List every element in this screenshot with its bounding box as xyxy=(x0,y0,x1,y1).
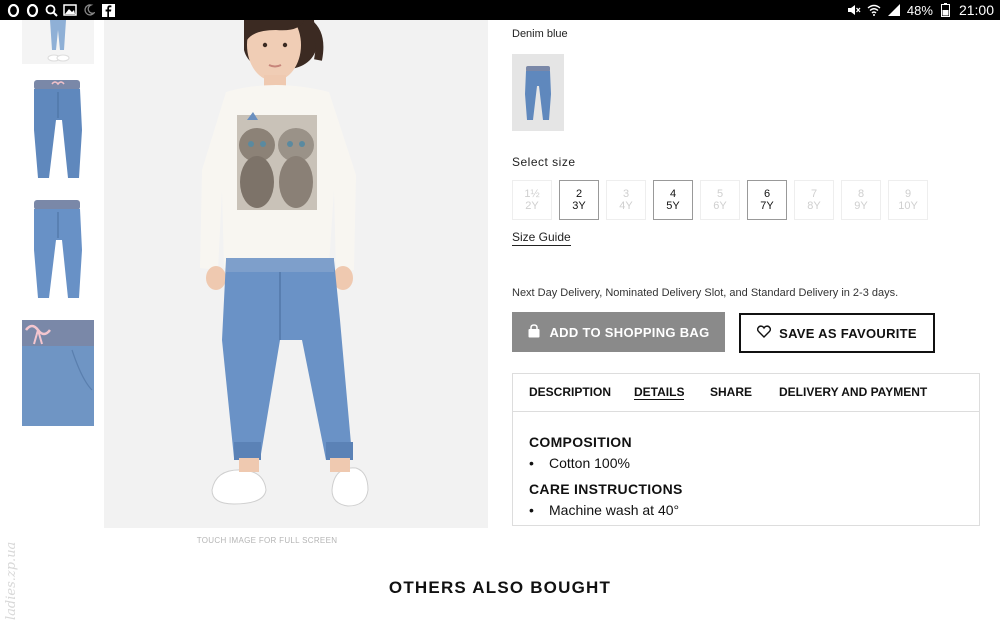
details-panel: COMPOSITION Cotton 100% CARE INSTRUCTION… xyxy=(529,434,683,528)
image-icon xyxy=(63,3,77,17)
tab-share[interactable]: SHARE xyxy=(710,385,752,399)
heart-icon xyxy=(757,325,772,341)
size-line1: 6 xyxy=(763,188,771,200)
add-to-bag-button[interactable]: ADD TO SHOPPING BAG xyxy=(512,312,725,352)
tab-details[interactable]: DETAILS xyxy=(634,385,685,400)
size-line2: 6Y xyxy=(713,200,727,212)
size-option[interactable]: 1½ 2Y xyxy=(512,180,552,220)
size-guide-link[interactable]: Size Guide xyxy=(512,230,571,246)
product-info-panel: DESCRIPTION DETAILS SHARE DELIVERY AND P… xyxy=(512,373,980,526)
facebook-icon xyxy=(101,3,115,17)
info-tabs: DESCRIPTION DETAILS SHARE DELIVERY AND P… xyxy=(513,374,979,412)
circle-icon xyxy=(25,3,39,17)
touch-hint: TOUCH IMAGE FOR FULL SCREEN xyxy=(196,536,338,545)
size-line1: 7 xyxy=(810,188,818,200)
status-right: 48% 21:00 xyxy=(847,2,994,18)
size-line2: 9Y xyxy=(854,200,868,212)
main-product-image[interactable] xyxy=(104,20,488,528)
battery-icon xyxy=(939,3,953,17)
size-line2: 10Y xyxy=(898,200,918,212)
size-option[interactable]: 4 5Y xyxy=(653,180,693,220)
status-bar: 48% 21:00 xyxy=(0,0,1000,20)
size-line1: 3 xyxy=(622,188,630,200)
moon-icon xyxy=(82,3,96,17)
save-favourite-label: SAVE AS FAVOURITE xyxy=(779,325,917,341)
size-line2: 8Y xyxy=(807,200,821,212)
size-option[interactable]: 6 7Y xyxy=(747,180,787,220)
signal-icon xyxy=(887,3,901,17)
list-item: Cotton 100% xyxy=(529,455,683,471)
size-line2: 4Y xyxy=(619,200,633,212)
size-option[interactable]: 7 8Y xyxy=(794,180,834,220)
clock: 21:00 xyxy=(958,2,994,18)
list-item: Machine wash at 40° xyxy=(529,502,683,518)
size-line2: 3Y xyxy=(572,200,586,212)
wifi-icon xyxy=(867,3,881,17)
size-line1: 1½ xyxy=(524,188,540,200)
size-line1: 9 xyxy=(904,188,912,200)
thumbnail-2[interactable] xyxy=(22,80,94,184)
watermark: ladies.zp.ua xyxy=(4,541,19,620)
status-left-icons xyxy=(6,3,115,17)
thumbnail-4[interactable] xyxy=(22,320,94,426)
composition-heading: COMPOSITION xyxy=(529,434,632,450)
size-line2: 5Y xyxy=(666,200,680,212)
size-option[interactable]: 3 4Y xyxy=(606,180,646,220)
care-list: Machine wash at 40° xyxy=(529,502,683,518)
delivery-note: Next Day Delivery, Nominated Delivery Sl… xyxy=(512,287,899,299)
size-option[interactable]: 8 9Y xyxy=(841,180,881,220)
add-to-bag-label: ADD TO SHOPPING BAG xyxy=(549,324,710,340)
search-icon xyxy=(44,3,58,17)
size-line1: 4 xyxy=(669,188,677,200)
thumbnail-1[interactable] xyxy=(22,20,94,64)
size-line2: 2Y xyxy=(525,200,539,212)
save-favourite-button[interactable]: SAVE AS FAVOURITE xyxy=(739,313,935,353)
color-name: Denim blue xyxy=(512,28,568,40)
size-line1: 2 xyxy=(575,188,583,200)
size-option[interactable]: 5 6Y xyxy=(700,180,740,220)
thumbnail-3[interactable] xyxy=(22,200,94,304)
size-option[interactable]: 9 10Y xyxy=(888,180,928,220)
battery-percent: 48% xyxy=(906,2,933,18)
size-option[interactable]: 2 3Y xyxy=(559,180,599,220)
shopping-bag-icon xyxy=(527,323,541,341)
circle-icon xyxy=(6,3,20,17)
select-size-label: Select size xyxy=(512,155,576,169)
tab-description[interactable]: DESCRIPTION xyxy=(529,385,611,399)
tab-delivery-and-payment[interactable]: DELIVERY AND PAYMENT xyxy=(779,385,927,399)
care-instructions-heading: CARE INSTRUCTIONS xyxy=(529,481,683,497)
mute-icon xyxy=(847,3,861,17)
size-line1: 5 xyxy=(716,188,724,200)
color-swatch[interactable] xyxy=(512,54,564,131)
composition-list: Cotton 100% xyxy=(529,455,683,471)
size-line2: 7Y xyxy=(760,200,774,212)
size-line1: 8 xyxy=(857,188,865,200)
others-also-bought-heading: OTHERS ALSO BOUGHT xyxy=(388,578,612,597)
